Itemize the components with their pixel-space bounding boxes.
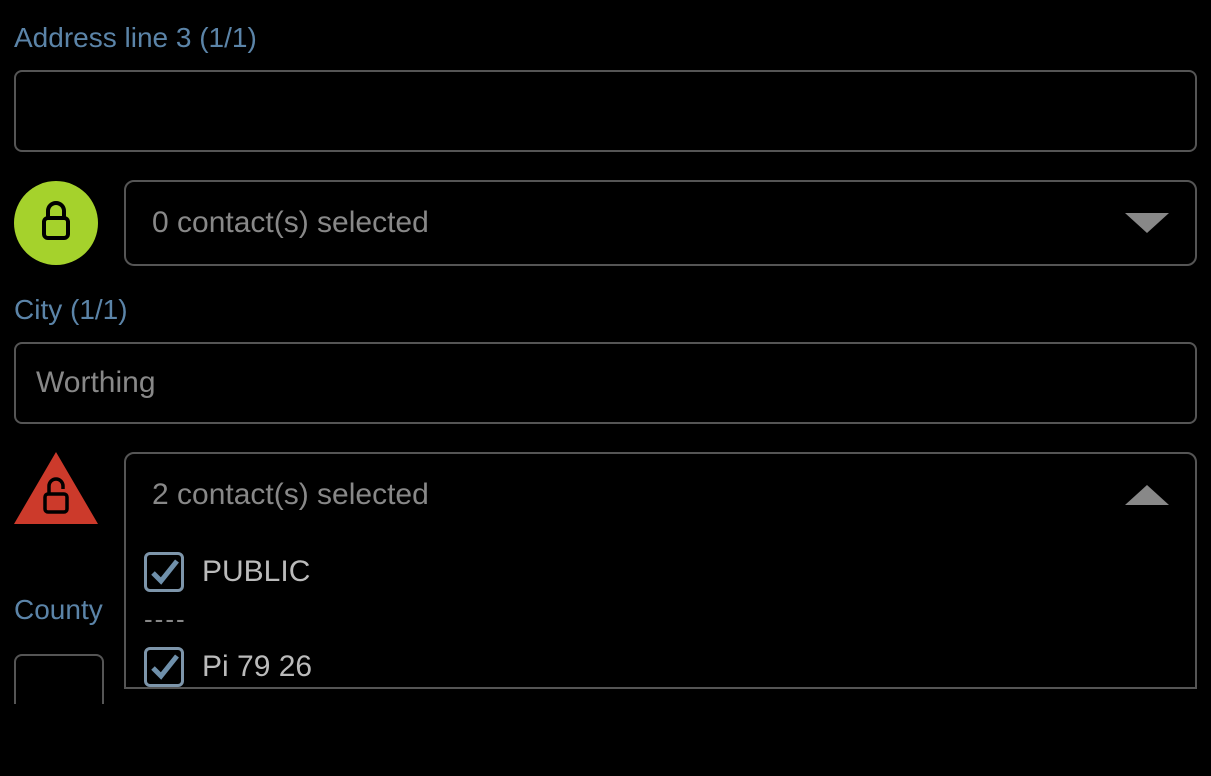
- chevron-down-icon: [1125, 213, 1169, 233]
- city-contacts-select[interactable]: 2 contact(s) selected: [124, 452, 1197, 538]
- unlock-icon: [40, 474, 72, 514]
- county-label: County: [14, 594, 103, 626]
- county-input[interactable]: [14, 654, 104, 704]
- address-line-3-input[interactable]: [14, 70, 1197, 152]
- city-label: City (1/1): [14, 294, 1197, 326]
- address-line-3-label: Address line 3 (1/1): [14, 22, 1197, 54]
- privacy-badge-unlocked[interactable]: [14, 452, 98, 524]
- address3-contacts-text: 0 contact(s) selected: [152, 206, 429, 240]
- contacts-option-second[interactable]: Pi 79 26: [144, 643, 1177, 687]
- privacy-badge-locked[interactable]: [14, 181, 98, 265]
- city-contacts-dropdown: PUBLIC ---- Pi 79 26: [124, 536, 1197, 689]
- chevron-up-icon: [1125, 485, 1169, 505]
- contacts-option-public[interactable]: PUBLIC: [144, 548, 1177, 602]
- options-divider: ----: [144, 602, 1177, 643]
- address3-contacts-select[interactable]: 0 contact(s) selected: [124, 180, 1197, 266]
- lock-icon: [38, 198, 74, 249]
- checkbox-checked-icon: [144, 552, 184, 592]
- checkbox-checked-icon: [144, 647, 184, 687]
- option-label: PUBLIC: [202, 555, 310, 589]
- city-contacts-text: 2 contact(s) selected: [152, 478, 429, 512]
- option-label: Pi 79 26: [202, 650, 312, 684]
- city-input[interactable]: [14, 342, 1197, 424]
